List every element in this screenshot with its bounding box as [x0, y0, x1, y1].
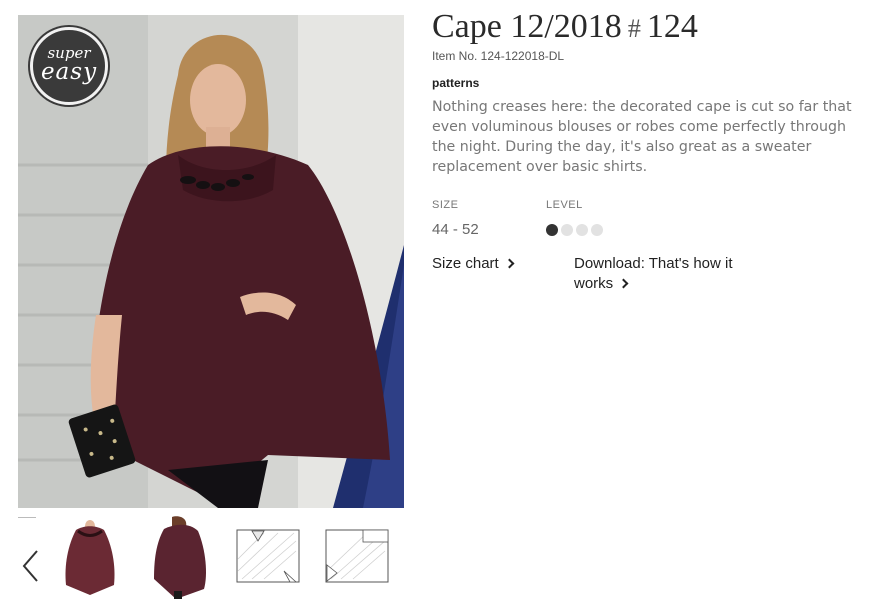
size-label: SIZE	[432, 199, 459, 211]
download-label-line2: works	[574, 275, 614, 292]
level-dot-filled	[546, 224, 558, 236]
thumbnail-sketch-back[interactable]	[323, 515, 391, 600]
thumbnail-indicator	[18, 517, 36, 518]
size-value: 44 - 52	[432, 221, 479, 238]
level-label: LEVEL	[546, 199, 583, 211]
thumbnail-front[interactable]	[56, 515, 124, 600]
badge-line2: easy	[40, 58, 98, 85]
thumbnail-side[interactable]	[146, 515, 214, 600]
level-dot-empty	[561, 224, 573, 236]
product-title: Cape 12/2018 #124	[432, 8, 698, 46]
chevron-right-icon	[618, 278, 629, 289]
size-chart-link[interactable]: Size chart	[432, 254, 515, 274]
product-description: Nothing creases here: the decorated cape…	[432, 99, 852, 175]
thumbnail-sketch-front[interactable]	[234, 515, 302, 600]
download-label-line1: Download: That's how it	[574, 255, 733, 272]
difficulty-level-indicator	[546, 224, 603, 236]
level-dot-empty	[591, 224, 603, 236]
item-number: Item No. 124-122018-DL	[432, 49, 565, 63]
size-chart-label: Size chart	[432, 255, 499, 272]
title-main: Cape 12/2018	[432, 8, 622, 45]
chevron-right-icon	[504, 258, 515, 269]
category-link-patterns[interactable]: patterns	[432, 76, 479, 90]
difficulty-badge: super easy	[30, 27, 108, 105]
title-hash: #	[627, 14, 641, 43]
level-dot-empty	[576, 224, 588, 236]
download-howto-link[interactable]: Download: That's how it works	[574, 254, 733, 294]
main-product-image[interactable]: super easy	[18, 15, 404, 508]
title-number: 124	[646, 8, 698, 45]
chevron-left-icon[interactable]	[19, 548, 43, 584]
